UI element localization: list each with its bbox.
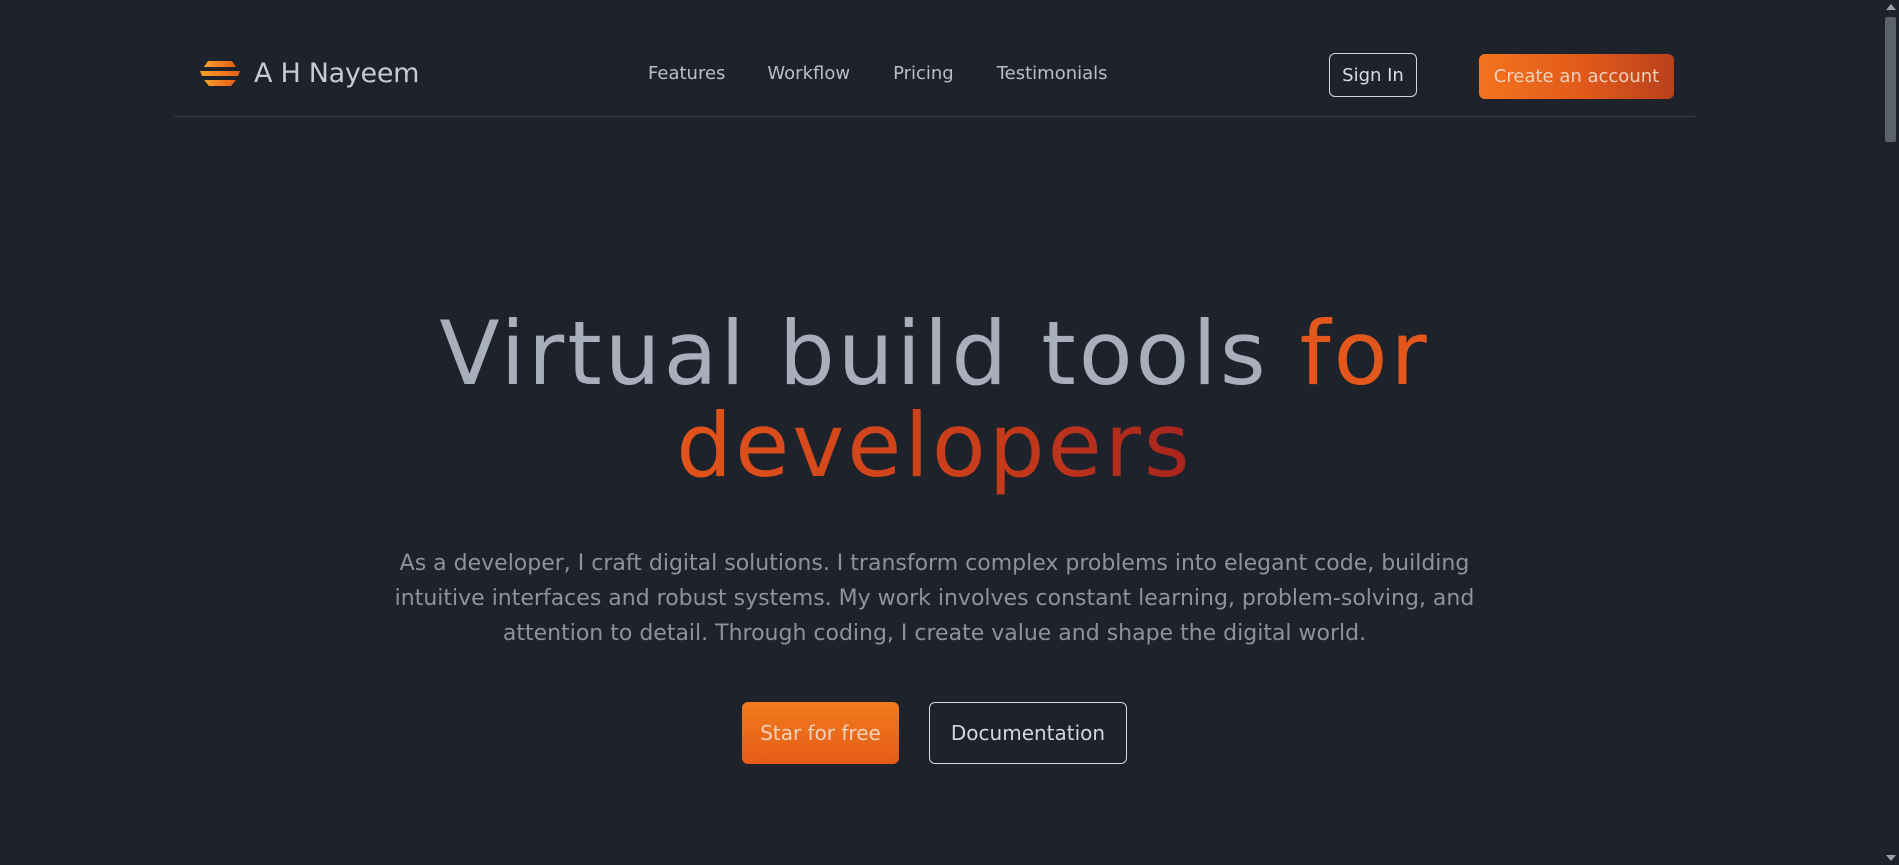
hero-title-accent-for: for (1299, 302, 1430, 405)
hero-title: Virtual build tools for developers (0, 308, 1869, 492)
create-account-button[interactable]: Create an account (1479, 54, 1674, 99)
nav-link-pricing[interactable]: Pricing (893, 63, 954, 84)
star-for-free-button[interactable]: Star for free (742, 702, 899, 764)
hero-description: As a developer, I craft digital solution… (394, 551, 1475, 646)
nav-link-workflow[interactable]: Workflow (767, 63, 850, 84)
nav-link-testimonials[interactable]: Testimonials (997, 63, 1108, 84)
main-nav: Features Workflow Pricing Testimonials (648, 63, 1108, 84)
top-navbar: A H Nayeem Features Workflow Pricing Tes… (174, 0, 1695, 117)
hero-title-accent-developers: developers (676, 394, 1193, 497)
brand-name: A H Nayeem (254, 58, 420, 89)
brand-link[interactable]: A H Nayeem (198, 58, 419, 89)
page-scrollbar[interactable] (1882, 0, 1899, 865)
scrollbar-thumb[interactable] (1885, 17, 1896, 142)
scroll-down-arrow-icon[interactable] (1886, 855, 1896, 861)
sign-in-button[interactable]: Sign In (1329, 53, 1417, 97)
hero-title-main: Virtual build tools (439, 302, 1300, 405)
nav-link-features[interactable]: Features (648, 63, 725, 84)
landing-page: A H Nayeem Features Workflow Pricing Tes… (0, 0, 1899, 865)
documentation-button[interactable]: Documentation (929, 702, 1127, 764)
stacked-layers-logo-icon (200, 60, 240, 86)
scroll-up-arrow-icon[interactable] (1886, 4, 1896, 10)
